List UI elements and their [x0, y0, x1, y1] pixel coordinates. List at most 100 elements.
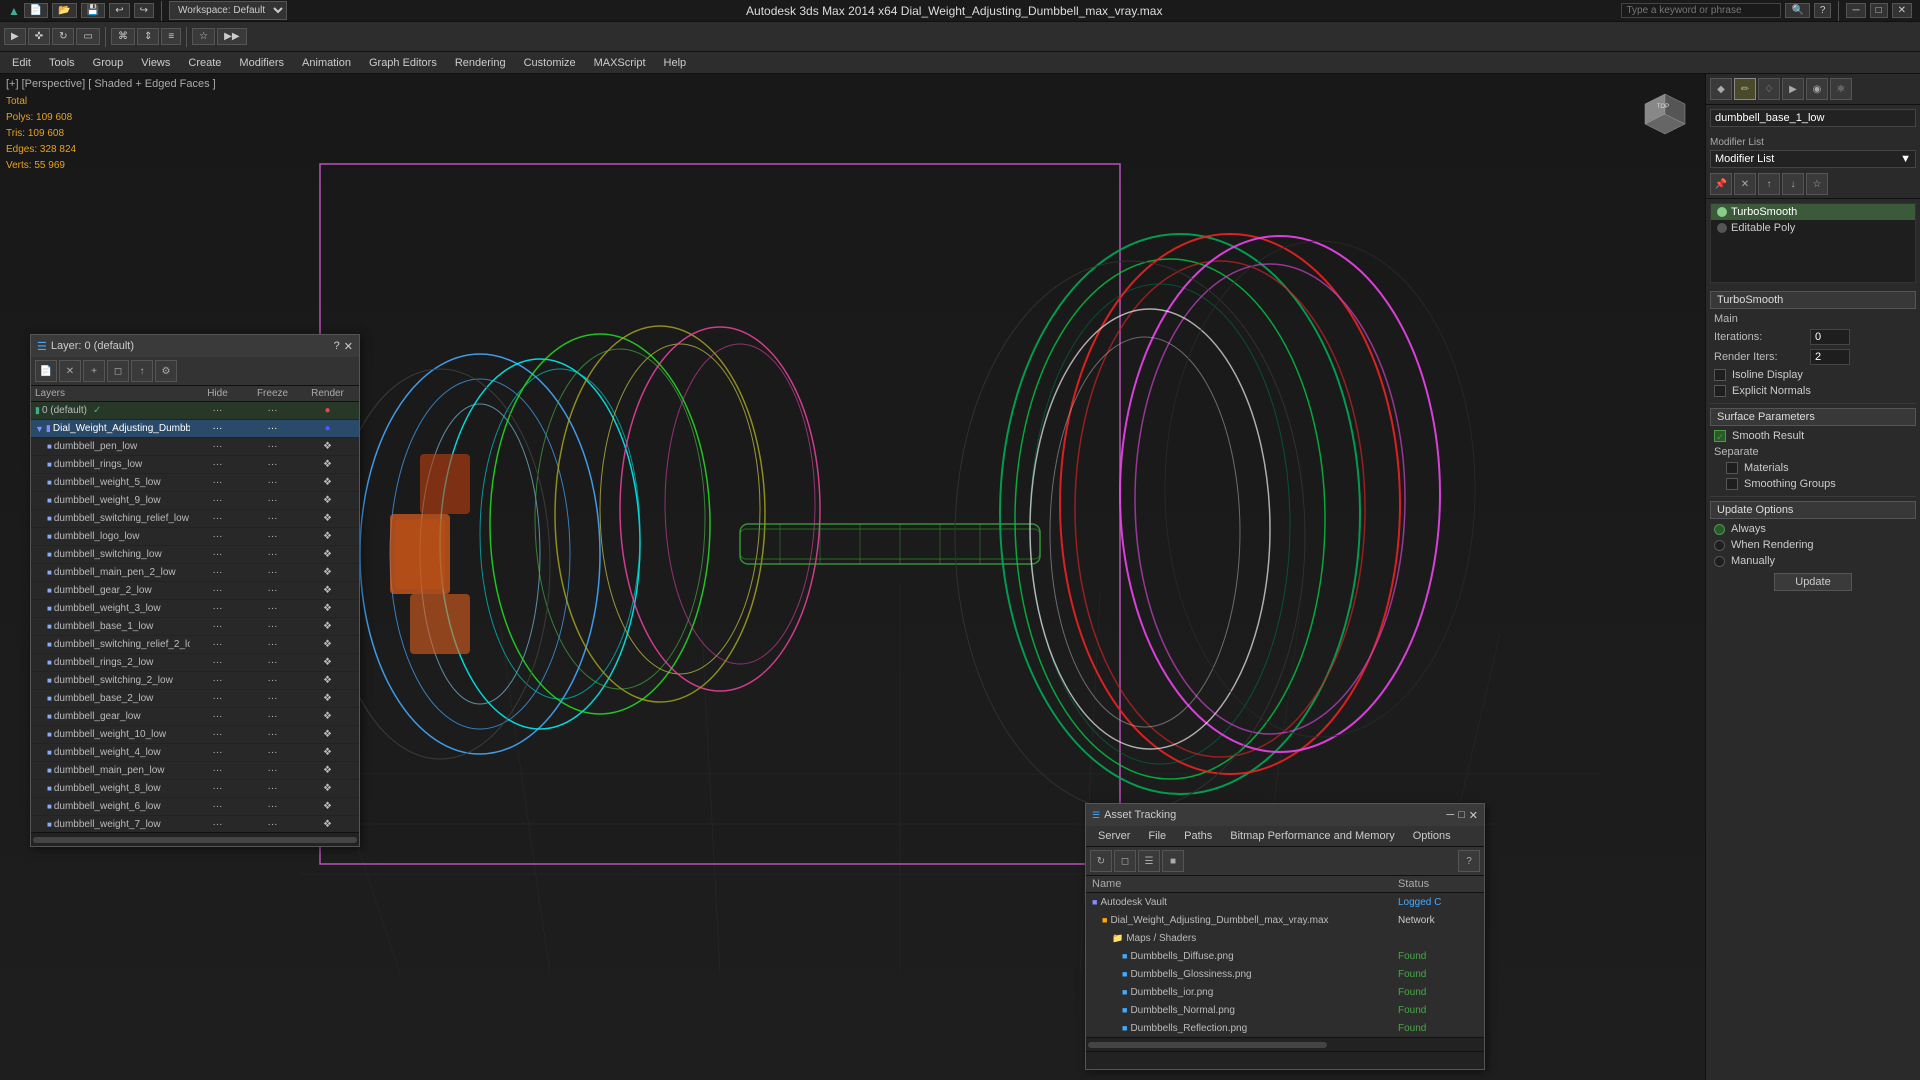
- scale-btn[interactable]: ▭: [76, 28, 99, 45]
- asset-menu-paths[interactable]: Paths: [1176, 828, 1220, 844]
- move-up-btn[interactable]: ↑: [1758, 173, 1780, 195]
- viewport[interactable]: [+] [Perspective] [ Shaded + Edged Faces…: [0, 74, 1705, 1080]
- materials-checkbox[interactable]: [1726, 462, 1738, 474]
- asset-refresh-btn[interactable]: ↻: [1090, 850, 1112, 872]
- modifier-editable-poly[interactable]: Editable Poly: [1711, 220, 1915, 236]
- display-icon-btn[interactable]: ◉: [1806, 78, 1828, 100]
- layer-item[interactable]: ■ dumbbell_rings_low ··· ··· ❖: [31, 456, 359, 474]
- layer-scrollbar[interactable]: [31, 832, 359, 846]
- layer-item[interactable]: ■ dumbbell_pen_low ··· ··· ❖: [31, 438, 359, 456]
- render-btn[interactable]: ▶▶: [217, 28, 246, 45]
- menu-edit[interactable]: Edit: [4, 55, 39, 71]
- menu-rendering[interactable]: Rendering: [447, 55, 514, 71]
- layer-item[interactable]: ■ dumbbell_rings_2_low ··· ··· ❖: [31, 654, 359, 672]
- layer-delete-btn[interactable]: ✕: [59, 360, 81, 382]
- move-down-btn[interactable]: ↓: [1782, 173, 1804, 195]
- always-radio[interactable]: [1714, 524, 1725, 535]
- layer-settings-btn[interactable]: ⚙: [155, 360, 177, 382]
- layer-item[interactable]: ▮ 0 (default) ✓ ··· ··· ●: [31, 402, 359, 420]
- menu-group[interactable]: Group: [85, 55, 132, 71]
- menu-create[interactable]: Create: [180, 55, 229, 71]
- asset-min-btn[interactable]: ─: [1446, 809, 1454, 822]
- help-button[interactable]: ?: [1814, 3, 1832, 18]
- explicit-normals-checkbox[interactable]: [1714, 385, 1726, 397]
- rotate-btn[interactable]: ↻: [52, 28, 74, 45]
- layer-select-btn[interactable]: ◻: [107, 360, 129, 382]
- asset-row[interactable]: ■ Dumbbells_ior.png Found: [1086, 983, 1484, 1001]
- asset-row[interactable]: ■ Dumbbells_Reflection.png Found: [1086, 1019, 1484, 1037]
- layer-item[interactable]: ■ dumbbell_weight_4_low ··· ··· ❖: [31, 744, 359, 762]
- render-setup-btn[interactable]: ☆: [192, 28, 215, 45]
- menu-maxscript[interactable]: MAXScript: [586, 55, 654, 71]
- layer-close-btn[interactable]: ✕: [344, 340, 353, 353]
- hierarchy-icon-btn[interactable]: ♢: [1758, 78, 1780, 100]
- asset-select-btn[interactable]: ◻: [1114, 850, 1136, 872]
- make-unique-btn[interactable]: ☆: [1806, 173, 1828, 195]
- asset-row[interactable]: ■ Dumbbells_Glossiness.png Found: [1086, 965, 1484, 983]
- save-button[interactable]: 💾: [81, 3, 105, 18]
- layer-item[interactable]: ■ dumbbell_base_2_low ··· ··· ❖: [31, 690, 359, 708]
- menu-modifiers[interactable]: Modifiers: [231, 55, 292, 71]
- asset-list-btn[interactable]: ☰: [1138, 850, 1160, 872]
- move-btn[interactable]: ✜: [28, 28, 50, 45]
- turbosmooth-title[interactable]: TurboSmooth: [1710, 291, 1916, 309]
- layer-item[interactable]: ■ dumbbell_main_pen_2_low ··· ··· ❖: [31, 564, 359, 582]
- layer-new-btn[interactable]: 📄: [35, 360, 57, 382]
- asset-max-btn[interactable]: □: [1458, 809, 1465, 822]
- layer-item[interactable]: ■ dumbbell_weight_10_low ··· ··· ❖: [31, 726, 359, 744]
- render-iters-input[interactable]: [1810, 349, 1850, 365]
- manually-radio[interactable]: [1714, 556, 1725, 567]
- menu-views[interactable]: Views: [133, 55, 178, 71]
- asset-row[interactable]: ■ Dumbbells_Diffuse.png Found: [1086, 947, 1484, 965]
- layer-help-btn[interactable]: ?: [334, 340, 340, 353]
- asset-help-btn[interactable]: ?: [1458, 850, 1480, 872]
- layer-item[interactable]: ■ dumbbell_gear_2_low ··· ··· ❖: [31, 582, 359, 600]
- layer-item[interactable]: ■ dumbbell_switching_low ··· ··· ❖: [31, 546, 359, 564]
- nav-cube[interactable]: TOP: [1635, 84, 1695, 144]
- layer-move-btn[interactable]: ↑: [131, 360, 153, 382]
- asset-row[interactable]: ■ Dial_Weight_Adjusting_Dumbbell_max_vra…: [1086, 911, 1484, 929]
- minimize-button[interactable]: ─: [1846, 3, 1865, 18]
- layer-item-dial[interactable]: ▼ ▮ Dial_Weight_Adjusting_Dumbbell ··· ·…: [31, 420, 359, 438]
- mirror-btn[interactable]: ⇕: [137, 28, 159, 45]
- update-options-title[interactable]: Update Options: [1710, 501, 1916, 519]
- menu-tools[interactable]: Tools: [41, 55, 83, 71]
- layer-item[interactable]: ■ dumbbell_switching_2_low ··· ··· ❖: [31, 672, 359, 690]
- layer-item[interactable]: ■ dumbbell_base_1_low ··· ··· ❖: [31, 618, 359, 636]
- create-icon-btn[interactable]: ◆: [1710, 78, 1732, 100]
- modifier-list-dropdown[interactable]: Modifier List ▼: [1710, 150, 1916, 168]
- modify-icon-btn[interactable]: ✏: [1734, 78, 1756, 100]
- update-button[interactable]: Update: [1774, 573, 1851, 591]
- menu-help[interactable]: Help: [656, 55, 695, 71]
- remove-mod-btn[interactable]: ✕: [1734, 173, 1756, 195]
- search-input[interactable]: [1621, 3, 1781, 18]
- snap-btn[interactable]: ⌘: [111, 28, 135, 45]
- layer-item[interactable]: ■ dumbbell_weight_6_low ··· ··· ❖: [31, 798, 359, 816]
- pin-stack-btn[interactable]: 📌: [1710, 173, 1732, 195]
- layer-item[interactable]: ■ dumbbell_switching_relief_2_low ··· ··…: [31, 636, 359, 654]
- layer-item[interactable]: ■ dumbbell_switching_relief_low ··· ··· …: [31, 510, 359, 528]
- layer-item[interactable]: ■ dumbbell_weight_3_low ··· ··· ❖: [31, 600, 359, 618]
- menu-customize[interactable]: Customize: [516, 55, 584, 71]
- asset-row[interactable]: ■ Autodesk Vault Logged C: [1086, 893, 1484, 911]
- asset-menu-file[interactable]: File: [1140, 828, 1174, 844]
- modifier-stack[interactable]: TurboSmooth Editable Poly: [1710, 203, 1916, 283]
- new-button[interactable]: 📄: [24, 3, 48, 18]
- maximize-button[interactable]: □: [1870, 3, 1888, 18]
- motion-icon-btn[interactable]: ▶: [1782, 78, 1804, 100]
- search-button[interactable]: 🔍: [1785, 3, 1809, 18]
- utilities-icon-btn[interactable]: ⚛: [1830, 78, 1852, 100]
- layer-item[interactable]: ■ dumbbell_weight_5_low ··· ··· ❖: [31, 474, 359, 492]
- asset-grid-btn[interactable]: ■: [1162, 850, 1184, 872]
- layer-item[interactable]: ■ dumbbell_gear_low ··· ··· ❖: [31, 708, 359, 726]
- layer-item[interactable]: ■ dumbbell_logo_low ··· ··· ❖: [31, 528, 359, 546]
- workspace-dropdown[interactable]: Workspace: Default: [169, 1, 287, 20]
- layer-item[interactable]: ■ dumbbell_weight_9_low ··· ··· ❖: [31, 492, 359, 510]
- asset-close-btn[interactable]: ✕: [1469, 809, 1478, 822]
- layer-item[interactable]: ■ dumbbell_weight_7_low ··· ··· ❖: [31, 816, 359, 832]
- align-btn[interactable]: ≡: [161, 28, 181, 45]
- surface-params-title[interactable]: Surface Parameters: [1710, 408, 1916, 426]
- select-btn[interactable]: ▶: [4, 28, 26, 45]
- redo-button[interactable]: ↪: [134, 3, 154, 18]
- smooth-result-checkbox[interactable]: [1714, 430, 1726, 442]
